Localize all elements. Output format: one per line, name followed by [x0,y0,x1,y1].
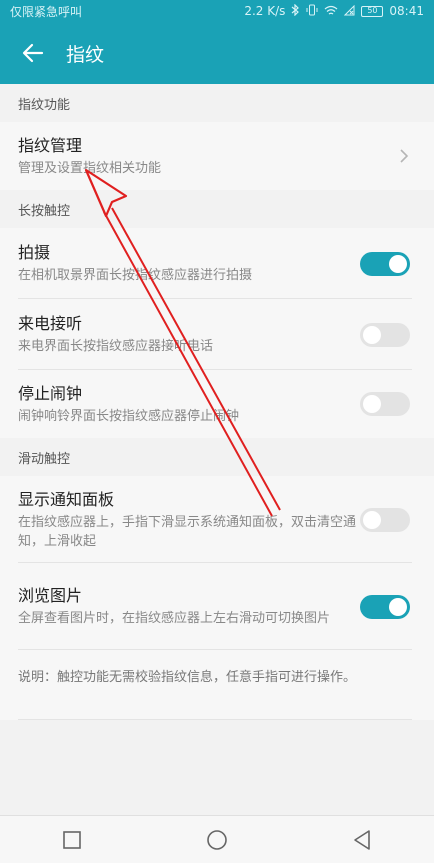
page-title: 指纹 [66,43,105,66]
setting-title: 拍摄 [18,243,51,262]
row-divider [18,719,412,720]
status-icons: 2.2 K/s 50 08:41 [244,3,424,18]
setting-fingerprint-management[interactable]: 指纹管理 管理及设置指纹相关功能 [0,122,434,190]
chevron-right-icon [400,149,409,163]
square-icon [63,830,82,849]
setting-subtitle: 来电界面长按指纹感应器接听电话 [18,339,214,354]
toggle-knob [389,254,407,273]
setting-stop-alarm[interactable]: 停止闹钟 闹钟响铃界面长按指纹感应器停止闹钟 [0,370,434,438]
setting-title: 停止闹钟 [18,383,83,403]
setting-title: 显示通知面板 [18,489,115,509]
battery-level: 50 [367,6,378,15]
home-button[interactable] [197,820,237,860]
bluetooth-icon [291,3,300,18]
toggle-knob [363,325,381,344]
stop-alarm-toggle[interactable] [360,392,410,416]
setting-title: 指纹管理 [18,135,83,155]
toggle-knob [363,395,381,413]
setting-subtitle: 在相机取景界面长按指纹感应器进行拍摄 [18,268,253,283]
setting-answer-call[interactable]: 来电接听 来电界面长按指纹感应器接听电话 [0,299,434,370]
notification-panel-toggle[interactable] [360,507,410,532]
wifi-icon [324,5,338,18]
back-button[interactable] [12,32,54,74]
setting-title: 浏览图片 [18,586,83,605]
arrow-left-icon [22,43,44,63]
answer-call-toggle[interactable] [360,322,410,347]
app-bar: 指纹 [0,22,434,84]
section-header-fingerprint: 指纹功能 [0,84,434,122]
section-header-long-press: 长按触控 [0,190,434,228]
setting-capture[interactable]: 拍摄 在相机取景界面长按指纹感应器进行拍摄 [0,228,434,299]
clock: 08:41 [389,4,424,18]
circle-icon [207,829,227,850]
browse-pictures-toggle[interactable] [360,594,410,619]
back-nav-button[interactable] [342,820,382,860]
toggle-knob [363,510,381,529]
carrier-text: 仅限紧急呼叫 [10,4,83,19]
setting-title: 来电接听 [18,314,83,333]
setting-browse-pictures[interactable]: 浏览图片 全屏查看图片时，在指纹感应器上左右滑动可切换图片 [0,563,434,650]
battery-icon: 50 [361,5,384,17]
navigation-bar [0,815,434,863]
setting-subtitle: 管理及设置指纹相关功能 [18,160,162,176]
settings-list: 指纹功能 指纹管理 管理及设置指纹相关功能 长按触控 拍摄 在相机取景界面长按指… [0,84,434,720]
setting-subtitle: 在指纹感应器上，手指下滑显示系统通知面板，双击清空通知，上滑收起 [18,514,357,549]
capture-toggle[interactable] [360,251,410,276]
setting-notification-panel[interactable]: 显示通知面板 在指纹感应器上，手指下滑显示系统通知面板，双击清空通知，上滑收起 [0,476,434,563]
recents-button[interactable] [52,820,92,860]
note-content: 说明：触控功能无需校验指纹信息，任意手指可进行操作。 [18,670,357,685]
status-bar: 仅限紧急呼叫 2.2 K/s 50 08:41 [0,0,434,22]
setting-subtitle: 全屏查看图片时，在指纹感应器上左右滑动可切换图片 [18,611,331,626]
triangle-left-icon [353,829,370,850]
toggle-knob [389,597,407,616]
vibrate-icon [306,4,318,18]
section-header-swipe: 滑动触控 [0,438,434,476]
note-text: 说明：触控功能无需校验指纹信息，任意手指可进行操作。 [0,650,434,720]
phone-screen: 仅限紧急呼叫 2.2 K/s 50 08:41 指纹 指纹功能 指纹管理 管理及… [0,0,434,863]
network-speed: 2.2 K/s [244,4,286,18]
setting-subtitle: 闹钟响铃界面长按指纹感应器停止闹钟 [18,408,240,424]
signal-off-icon [344,4,355,18]
